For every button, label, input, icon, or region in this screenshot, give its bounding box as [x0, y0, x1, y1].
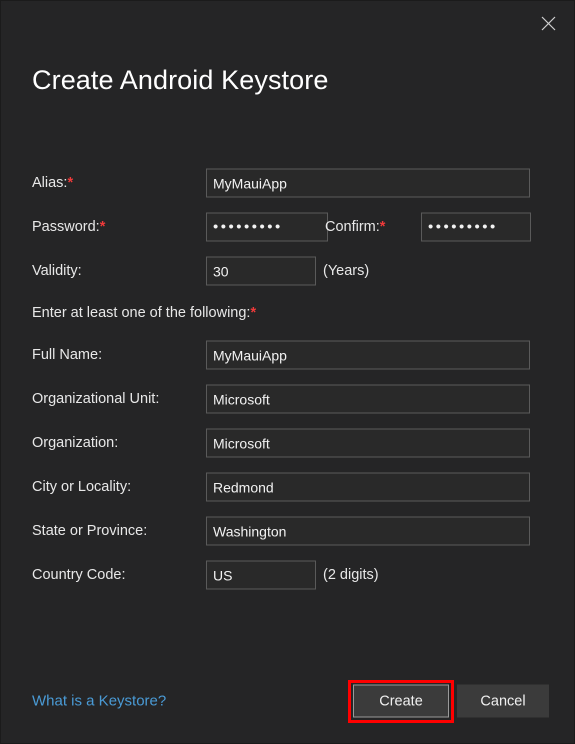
validity-input[interactable]: [206, 256, 316, 286]
country-code-label: Country Code:: [32, 567, 126, 583]
validity-units-label: (Years): [323, 263, 370, 279]
organizational-unit-label: Organizational Unit:: [32, 391, 160, 407]
create-keystore-dialog: Create Android Keystore Alias:* Password…: [0, 0, 575, 744]
confirm-label: Confirm:*: [325, 219, 386, 235]
required-asterisk: *: [250, 305, 257, 321]
password-input[interactable]: [206, 212, 328, 242]
close-icon[interactable]: [530, 7, 566, 39]
section-note: Enter at least one of the following:*: [1, 293, 574, 333]
organization-input[interactable]: [206, 428, 530, 458]
alias-input[interactable]: [206, 168, 530, 198]
organization-label: Organization:: [32, 435, 119, 451]
validity-label: Validity:: [32, 263, 82, 279]
form-row-country-code: Country Code: (2 digits): [1, 553, 574, 597]
required-asterisk: *: [67, 175, 74, 191]
country-code-input[interactable]: [206, 560, 316, 590]
required-asterisk: *: [379, 219, 386, 235]
city-input[interactable]: [206, 472, 530, 502]
required-asterisk: *: [99, 219, 106, 235]
country-code-hint: (2 digits): [323, 567, 379, 583]
form-row-organizational-unit: Organizational Unit:: [1, 377, 574, 421]
create-button[interactable]: Create: [353, 684, 449, 718]
dialog-titlebar: [1, 1, 574, 47]
organizational-unit-input[interactable]: [206, 384, 530, 414]
full-name-label: Full Name:: [32, 347, 103, 363]
what-is-a-keystore-link[interactable]: What is a Keystore?: [32, 693, 166, 710]
city-label: City or Locality:: [32, 479, 132, 495]
form-row-full-name: Full Name:: [1, 333, 574, 377]
page-title: Create Android Keystore: [32, 65, 329, 95]
full-name-input[interactable]: [206, 340, 530, 370]
state-label: State or Province:: [32, 523, 148, 539]
section-note-text: Enter at least one of the following:*: [32, 305, 257, 321]
form-row-organization: Organization:: [1, 421, 574, 465]
state-input[interactable]: [206, 516, 530, 546]
dialog-footer: What is a Keystore? Create Cancel: [1, 681, 574, 721]
form-row-validity: Validity: (Years): [1, 249, 574, 293]
alias-label: Alias:*: [32, 175, 74, 191]
form-row-alias: Alias:*: [1, 161, 574, 205]
form-row-city: City or Locality:: [1, 465, 574, 509]
password-label: Password:*: [32, 219, 106, 235]
cancel-button[interactable]: Cancel: [457, 684, 549, 718]
form-row-password: Password:* Confirm:*: [1, 205, 574, 249]
close-glyph: [541, 16, 555, 30]
confirm-password-input[interactable]: [421, 212, 531, 242]
keystore-form: Alias:* Password:* Confirm:* Validity: (…: [1, 161, 574, 597]
form-row-state: State or Province:: [1, 509, 574, 553]
